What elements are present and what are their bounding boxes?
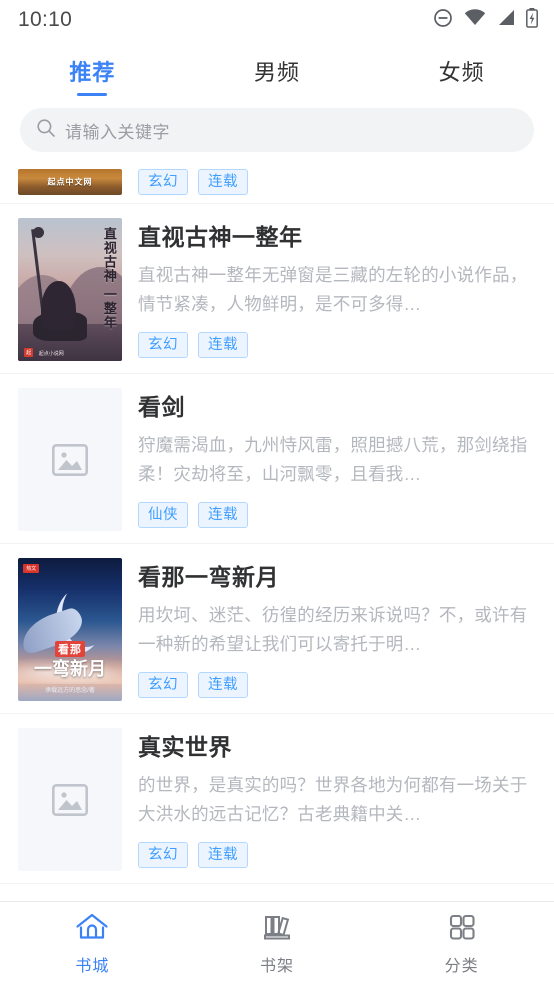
book-info: 真实世界 的世界，是真实的吗？世界各地为何都有一场关于大洪水的远古记忆？古老典籍… — [138, 728, 534, 869]
book-list-item[interactable]: 看剑 狩魔需渴血，九州恃风雷，照胆撼八荒，那剑绕指柔！灾劫将至，山河飘零，且看我… — [0, 374, 554, 544]
grid-icon — [445, 912, 479, 947]
book-description: 直视古神一整年无弹窗是三藏的左轮的小说作品，情节紧凑，人物鲜明，是不可多得… — [138, 265, 528, 314]
tag-status[interactable]: 连载 — [198, 332, 248, 358]
tab-recommend-label: 推荐 — [69, 60, 116, 85]
search-placeholder-text: 请输入关键字 — [65, 122, 170, 142]
search-icon — [36, 118, 56, 143]
book-title: 看那一弯新月 — [138, 564, 279, 590]
book-cover: 热文 看那 一弯新月 承载远方的思念/著 — [18, 558, 122, 701]
cover-artwork: 热文 看那 一弯新月 承载远方的思念/著 — [18, 558, 122, 701]
book-tags: 玄幻 连载 — [138, 332, 534, 358]
book-cover: 直视古神 一整年 起 起点小说网 — [18, 218, 122, 361]
tab-recommend[interactable]: 推荐 — [0, 40, 185, 102]
bookshelf-icon — [260, 912, 294, 947]
nav-item-bookstore[interactable]: 书城 — [0, 912, 185, 976]
wifi-icon — [464, 8, 486, 32]
book-cover-placeholder — [18, 388, 122, 531]
book-tags: 玄幻 连载 — [138, 672, 534, 698]
book-info: 直视古神一整年 直视古神一整年无弹窗是三藏的左轮的小说作品，情节紧凑，人物鲜明，… — [138, 218, 534, 359]
book-info: 看那一弯新月 用坎坷、迷茫、彷徨的经历来诉说吗？不，或许有一种新的希望让我们可以… — [138, 558, 534, 699]
do-not-disturb-icon — [433, 8, 453, 33]
image-placeholder-icon — [52, 783, 88, 816]
app-screen: 10:10 推荐 男频 女频 请输入关键字 起点中文网 玄幻 连载 直视古神 一… — [0, 0, 554, 985]
status-bar: 10:10 — [0, 0, 554, 40]
book-description: 狩魔需渴血，九州恃风雷，照胆撼八荒，那剑绕指柔！灾劫将至，山河飘零，且看我… — [138, 435, 528, 484]
home-icon — [75, 912, 109, 947]
nav-item-category[interactable]: 分类 — [369, 912, 554, 976]
nav-item-bookstore-label: 书城 — [75, 957, 110, 975]
search-bar-container: 请输入关键字 — [0, 102, 554, 164]
image-placeholder-icon — [52, 443, 88, 476]
tab-female-channel-label: 女频 — [438, 60, 485, 85]
tab-male-channel[interactable]: 男频 — [185, 40, 370, 102]
nav-item-category-label: 分类 — [444, 957, 479, 975]
tab-female-channel[interactable]: 女频 — [369, 40, 554, 102]
tag-genre[interactable]: 玄幻 — [138, 169, 188, 195]
battery-charging-icon — [526, 7, 538, 33]
cover-title-text: 一弯新月 — [34, 659, 106, 680]
tag-status[interactable]: 连载 — [198, 169, 248, 195]
tag-genre[interactable]: 玄幻 — [138, 842, 188, 868]
book-list-item[interactable]: 直视古神 一整年 起 起点小说网 直视古神一整年 直视古神一整年无弹窗是三藏的左… — [0, 204, 554, 374]
nav-item-bookshelf[interactable]: 书架 — [185, 912, 370, 976]
cover-author-text: 承载远方的思念/著 — [45, 687, 95, 694]
book-cover: 起点中文网 — [18, 169, 122, 195]
status-time: 10:10 — [18, 8, 73, 31]
tag-status[interactable]: 连载 — [198, 672, 248, 698]
tag-status[interactable]: 连载 — [198, 502, 248, 528]
signal-icon — [497, 9, 515, 32]
tag-status[interactable]: 连载 — [198, 842, 248, 868]
book-list[interactable]: 起点中文网 玄幻 连载 直视古神 一整年 起 起点小说网 直视古神一整年 直视古… — [0, 164, 554, 901]
bottom-navigation: 书城 书架 分类 — [0, 901, 554, 985]
cover-title-text: 起点中文网 — [47, 177, 93, 187]
tab-male-channel-label: 男频 — [254, 60, 301, 85]
book-title: 直视古神一整年 — [138, 224, 303, 250]
book-tags: 玄幻 连载 — [138, 842, 534, 868]
category-tab-bar: 推荐 男频 女频 — [0, 40, 554, 102]
tag-genre[interactable]: 玄幻 — [138, 332, 188, 358]
search-input[interactable]: 请输入关键字 — [20, 108, 534, 152]
book-list-item[interactable]: 真实世界 的世界，是真实的吗？世界各地为何都有一场关于大洪水的远古记忆？古老典籍… — [0, 714, 554, 884]
cover-artwork: 直视古神 一整年 起 起点小说网 — [18, 218, 122, 361]
cover-title-text: 直视古神 一整年 — [101, 226, 117, 330]
book-list-item[interactable]: 热文 看那 一弯新月 承载远方的思念/著 看那一弯新月 用坎坷、迷茫、彷徨的经历… — [0, 544, 554, 714]
book-cover-placeholder — [18, 728, 122, 871]
book-title: 真实世界 — [138, 734, 232, 760]
tag-genre[interactable]: 仙侠 — [138, 502, 188, 528]
book-list-item[interactable]: 起点中文网 玄幻 连载 — [0, 164, 554, 204]
book-tags: 玄幻 连载 — [138, 169, 534, 195]
tag-genre[interactable]: 玄幻 — [138, 672, 188, 698]
cover-badge: 起 — [24, 347, 34, 357]
book-title: 看剑 — [138, 394, 185, 420]
status-icons — [433, 7, 538, 33]
nav-item-bookshelf-label: 书架 — [260, 957, 295, 975]
cover-artwork: 起点中文网 — [18, 169, 122, 195]
tab-active-indicator — [77, 93, 108, 96]
book-info: 玄幻 连载 — [138, 164, 534, 195]
book-description: 用坎坷、迷茫、彷徨的经历来诉说吗？不，或许有一种新的希望让我们可以寄托于明… — [138, 605, 528, 654]
book-description: 的世界，是真实的吗？世界各地为何都有一场关于大洪水的远古记忆？古老典籍中关… — [138, 775, 528, 824]
book-tags: 仙侠 连载 — [138, 502, 534, 528]
cover-badge: 热文 — [23, 563, 40, 573]
book-info: 看剑 狩魔需渴血，九州恃风雷，照胆撼八荒，那剑绕指柔！灾劫将至，山河飘零，且看我… — [138, 388, 534, 529]
cover-source-text: 起点小说网 — [38, 350, 64, 357]
